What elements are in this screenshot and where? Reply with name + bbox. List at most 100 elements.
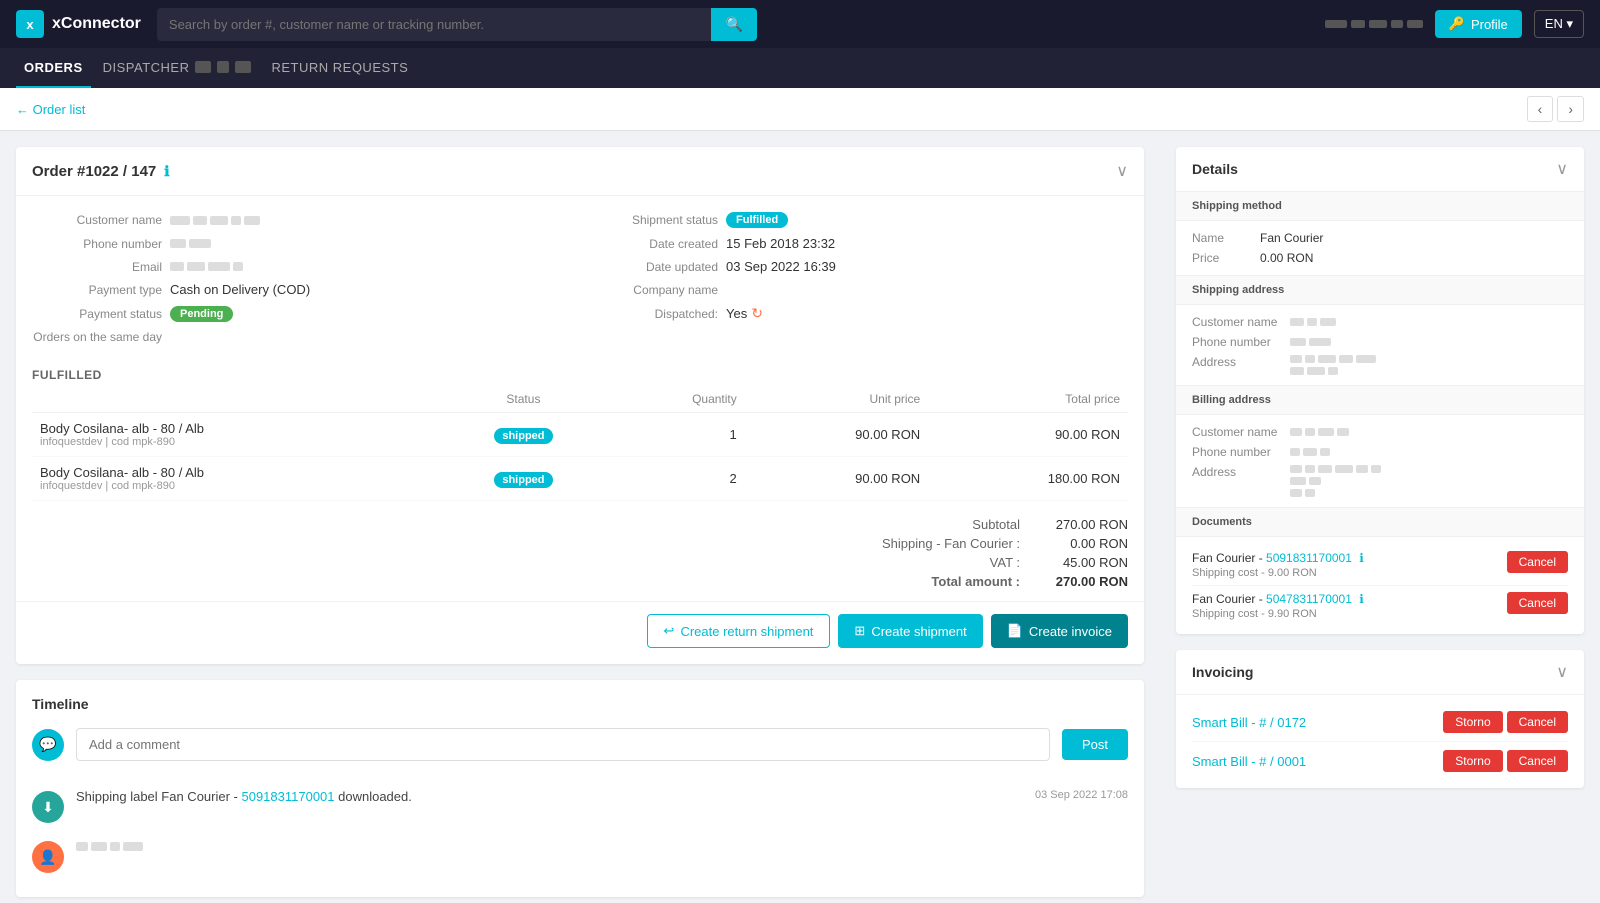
storno-button-2[interactable]: Storno: [1443, 750, 1502, 772]
shipping-row: Shipping - Fan Courier : 0.00 RON: [32, 536, 1128, 551]
post-button[interactable]: Post: [1062, 729, 1128, 760]
detail-customer-name: Customer name: [32, 212, 572, 228]
create-return-button[interactable]: ↩ Create return shipment: [647, 614, 831, 648]
doc-tracking-1[interactable]: 5091831170001: [1266, 551, 1352, 565]
nav-right: 🔑 Profile EN ▾: [1325, 10, 1584, 38]
cancel-button-1[interactable]: Cancel: [1507, 711, 1568, 733]
sm-price-value: 0.00 RON: [1260, 251, 1313, 265]
doc-cancel-button-2[interactable]: Cancel: [1507, 592, 1568, 614]
sa-address-label: Address: [1192, 355, 1282, 369]
collapse-button[interactable]: ∨: [1116, 161, 1128, 181]
ba-address-row: Address: [1192, 465, 1568, 497]
detail-orders-same-day: Orders on the same day: [32, 330, 572, 344]
invoice-item-2: Smart Bill - # / 0001 Storno Cancel: [1192, 742, 1568, 780]
detail-label: Date updated: [588, 260, 718, 274]
sm-name-row: Name Fan Courier: [1192, 231, 1568, 245]
item-name: Body Cosilana- alb - 80 / Alb: [40, 421, 432, 436]
payment-type-value: Cash on Delivery (COD): [170, 282, 310, 297]
sa-phone-value: [1290, 338, 1331, 346]
comment-input[interactable]: [76, 728, 1050, 761]
doc-cancel-button-1[interactable]: Cancel: [1507, 551, 1568, 573]
logo-icon: x: [16, 10, 44, 38]
main-layout: Order #1022 / 147 ℹ ∨ Customer name: [0, 131, 1600, 903]
lang-button[interactable]: EN ▾: [1534, 10, 1584, 38]
key-icon: 🔑: [1449, 16, 1465, 32]
vat-row: VAT : 45.00 RON: [32, 555, 1128, 570]
detail-label: Dispatched:: [588, 307, 718, 321]
storno-button-1[interactable]: Storno: [1443, 711, 1502, 733]
order-title: Order #1022 / 147 ℹ: [32, 163, 170, 180]
detail-payment-status: Payment status Pending: [32, 305, 572, 322]
search-input[interactable]: [157, 8, 712, 41]
subnav-item-orders[interactable]: ORDERS: [16, 48, 91, 88]
ba-address-value: [1290, 465, 1381, 497]
profile-label: Profile: [1471, 17, 1508, 32]
subnav-item-return[interactable]: RETURN REQUESTS: [263, 48, 416, 88]
ba-phone-value: [1290, 448, 1330, 456]
cancel-button-2[interactable]: Cancel: [1507, 750, 1568, 772]
nav-placeholder-icons: [1325, 20, 1423, 28]
sm-name-value: Fan Courier: [1260, 231, 1323, 245]
col-status: Status: [440, 386, 608, 413]
timeline-text: Shipping label Fan Courier - 50918311700…: [76, 789, 412, 804]
sa-phone-label: Phone number: [1192, 335, 1282, 349]
dispatcher-icon1: [195, 61, 211, 73]
ba-phone-row: Phone number: [1192, 445, 1568, 459]
table-row: Body Cosilana- alb - 80 / Alb infoquestd…: [32, 457, 1128, 501]
prev-button[interactable]: ‹: [1527, 96, 1554, 122]
invoice-actions-2: Storno Cancel: [1443, 750, 1568, 772]
timeline-text-suffix: downloaded.: [335, 789, 412, 804]
col-product: [32, 386, 440, 413]
doc-tracking-2[interactable]: 5047831170001: [1266, 592, 1352, 606]
subtotal-row: Subtotal 270.00 RON: [32, 517, 1128, 532]
item-sku: infoquestdev | cod mpk-890: [40, 480, 432, 492]
order-details: Customer name Shipment status Fulfilled: [16, 196, 1144, 360]
search-button[interactable]: 🔍: [711, 8, 756, 41]
detail-label: Phone number: [32, 237, 162, 251]
comment-box: 💬 Post: [32, 728, 1128, 761]
invoicing-collapse-button[interactable]: ∨: [1556, 662, 1568, 682]
details-collapse-button[interactable]: ∨: [1556, 159, 1568, 179]
breadcrumb[interactable]: ← Order list: [16, 102, 85, 117]
invoice-link-1[interactable]: Smart Bill - # / 0172: [1192, 715, 1306, 730]
document-link-2: Fan Courier - 5047831170001 ℹ: [1192, 592, 1364, 606]
refresh-icon[interactable]: ↻: [751, 305, 763, 322]
document-info-2: Fan Courier - 5047831170001 ℹ Shipping c…: [1192, 592, 1364, 620]
total-label: Total amount :: [828, 574, 1028, 589]
logo-text: xConnector: [52, 15, 141, 33]
invoice-link-2[interactable]: Smart Bill - # / 0001: [1192, 754, 1306, 769]
create-shipment-button[interactable]: ⊞ Create shipment: [838, 614, 982, 648]
vat-value: 45.00 RON: [1028, 555, 1128, 570]
vat-label: VAT :: [828, 555, 1028, 570]
timeline-link[interactable]: 5091831170001: [241, 789, 334, 804]
order-card: Order #1022 / 147 ℹ ∨ Customer name: [16, 147, 1144, 664]
invoice-item-1: Smart Bill - # / 0172 Storno Cancel: [1192, 703, 1568, 742]
detail-phone: Phone number: [32, 236, 572, 251]
sm-price-row: Price 0.00 RON: [1192, 251, 1568, 265]
items-table: Status Quantity Unit price Total price B…: [32, 386, 1128, 501]
doc-info-icon-1: ℹ: [1359, 551, 1364, 565]
actions-section: ↩ Create return shipment ⊞ Create shipme…: [16, 601, 1144, 664]
subnav-item-dispatcher[interactable]: DISPATCHER: [95, 48, 260, 88]
documents-section: Documents Fan Courier - 5091831170001 ℹ …: [1176, 507, 1584, 634]
doc-info-icon-2: ℹ: [1359, 592, 1364, 606]
detail-empty: [588, 330, 1128, 344]
doc-shipping-cost-1: Shipping cost - 9.00 RON: [1192, 567, 1364, 579]
invoice-actions-1: Storno Cancel: [1443, 711, 1568, 733]
item-sku: infoquestdev | cod mpk-890: [40, 436, 432, 448]
sub-nav: ORDERS DISPATCHER RETURN REQUESTS: [0, 48, 1600, 88]
timeline-text-prefix: Shipping label Fan Courier -: [76, 789, 241, 804]
invoicing-card: Invoicing ∨ Smart Bill - # / 0172 Storno…: [1176, 650, 1584, 788]
detail-shipment-status: Shipment status Fulfilled: [588, 212, 1128, 228]
next-button[interactable]: ›: [1557, 96, 1584, 122]
profile-button[interactable]: 🔑 Profile: [1435, 10, 1522, 38]
top-nav: x xConnector 🔍 🔑 Profile EN ▾: [0, 0, 1600, 48]
details-card: Details ∨ Shipping method Name Fan Couri…: [1176, 147, 1584, 634]
details-card-header: Details ∨: [1176, 147, 1584, 192]
item-status-badge: shipped: [494, 428, 552, 444]
create-invoice-button[interactable]: 📄 Create invoice: [991, 614, 1128, 648]
col-total-price: Total price: [928, 386, 1128, 413]
item-name: Body Cosilana- alb - 80 / Alb: [40, 465, 432, 480]
subtotal-label: Subtotal: [828, 517, 1028, 532]
col-unit-price: Unit price: [745, 386, 928, 413]
